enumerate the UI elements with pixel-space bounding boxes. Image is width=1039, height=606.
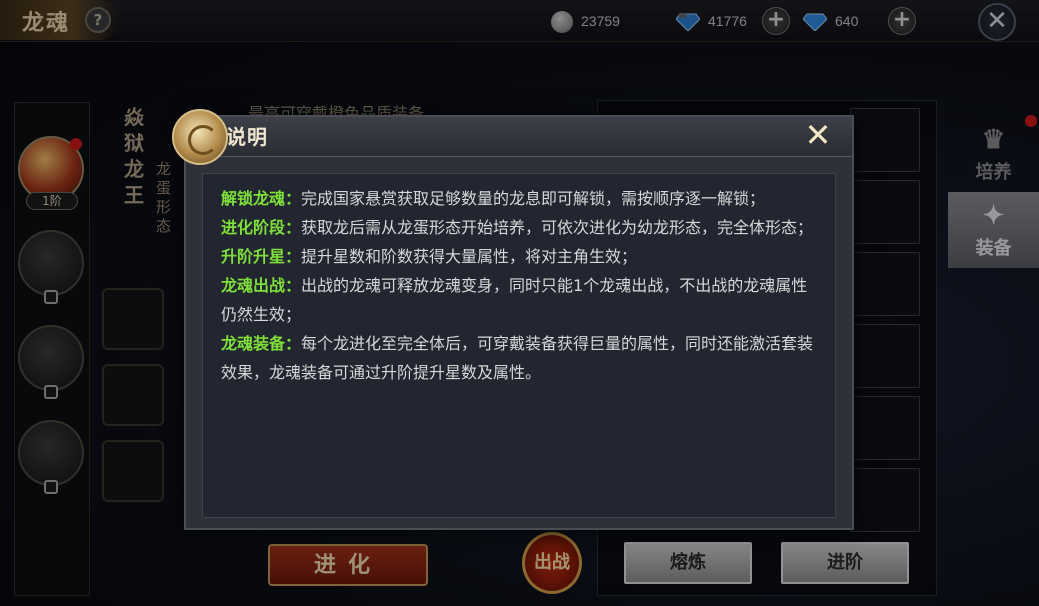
entry-text: 提升星数和阶数获得大量属性，将对主角生效； xyxy=(301,247,638,266)
entry-text: 每个龙进化至完全体后，可穿戴装备获得巨量的属性，同时还能激活套装效果，龙魂装备可… xyxy=(221,334,814,382)
entry-equipment: 龙魂装备：每个龙进化至完全体后，可穿戴装备获得巨量的属性，同时还能激活套装效果，… xyxy=(221,329,821,387)
entry-evolution: 进化阶段：获取龙后需从龙蛋形态开始培养，可依次进化为幼龙形态，完全体形态； xyxy=(221,213,821,242)
entry-key: 解锁龙魂： xyxy=(221,189,302,208)
entry-text: 完成国家悬赏获取足够数量的龙息即可解锁，需按顺序逐一解锁； xyxy=(301,189,766,208)
entry-upgrade: 升阶升星：提升星数和阶数获得大量属性，将对主角生效； xyxy=(221,242,821,271)
instructions-dialog: 说明 ✕ 解锁龙魂：完成国家悬赏获取足够数量的龙息即可解锁，需按顺序逐一解锁； … xyxy=(172,109,854,530)
dialog-body: 解锁龙魂：完成国家悬赏获取足够数量的龙息即可解锁，需按顺序逐一解锁； 进化阶段：… xyxy=(202,173,836,518)
entry-key: 升阶升星： xyxy=(221,247,302,266)
dialog-title: 说明 xyxy=(226,125,268,149)
entry-text: 获取龙后需从龙蛋形态开始培养，可依次进化为幼龙形态，完全体形态； xyxy=(301,218,814,237)
entry-key: 龙魂装备： xyxy=(221,334,302,353)
entry-battle: 龙魂出战：出战的龙魂可释放龙魂变身，同时只能1个龙魂出战，不出战的龙魂属性仍然生… xyxy=(221,271,821,329)
entry-key: 龙魂出战： xyxy=(221,276,302,295)
entry-unlock: 解锁龙魂：完成国家悬赏获取足够数量的龙息即可解锁，需按顺序逐一解锁； xyxy=(221,184,821,213)
close-icon[interactable]: ✕ xyxy=(798,117,838,155)
dialog-header: 说明 ✕ xyxy=(186,117,852,157)
entry-text: 出战的龙魂可释放龙魂变身，同时只能1个龙魂出战，不出战的龙魂属性仍然生效； xyxy=(221,276,808,324)
entry-key: 进化阶段： xyxy=(221,218,302,237)
dragon-emblem-icon xyxy=(172,109,228,165)
